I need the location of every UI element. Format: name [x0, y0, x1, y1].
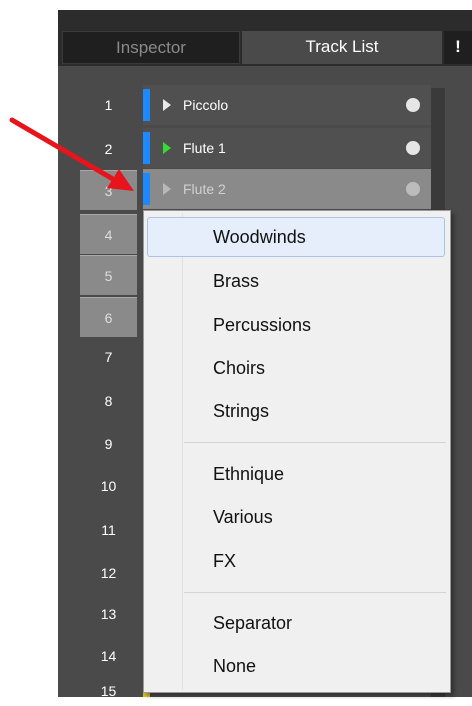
- row-number[interactable]: 5: [80, 255, 137, 295]
- row-number: 11: [101, 522, 116, 538]
- track-row-piccolo[interactable]: Piccolo: [143, 85, 431, 125]
- track-color-bar: [143, 132, 150, 164]
- track-name: Flute 1: [183, 140, 226, 156]
- row-number[interactable]: 6: [80, 297, 137, 337]
- row-number: 9: [104, 436, 113, 452]
- track-name: Flute 2: [183, 181, 226, 197]
- menu-item-choirs[interactable]: Choirs: [147, 348, 445, 388]
- tab-track-list[interactable]: Track List: [242, 31, 442, 64]
- annotation-arrow-icon: [9, 117, 134, 191]
- expand-triangle-icon[interactable]: [163, 183, 171, 195]
- track-row-flute-1[interactable]: Flute 1: [143, 128, 431, 168]
- row-number: 15: [100, 683, 117, 699]
- row-number[interactable]: 4: [80, 214, 137, 254]
- row-number: 14: [100, 648, 117, 664]
- row-number: 8: [104, 393, 113, 409]
- menu-item-ethnique[interactable]: Ethnique: [147, 454, 445, 494]
- menu-item-woodwinds[interactable]: Woodwinds: [147, 217, 445, 257]
- row-number: 12: [100, 565, 117, 581]
- track-category-context-menu: Woodwinds Brass Percussions Choirs Strin…: [143, 210, 451, 693]
- menu-item-percussions[interactable]: Percussions: [147, 305, 445, 345]
- menu-separator: [184, 592, 446, 593]
- track-color-bar: [143, 89, 150, 121]
- menu-item-fx[interactable]: FX: [147, 541, 445, 581]
- menu-item-separator[interactable]: Separator: [147, 603, 445, 643]
- row-number: 13: [100, 606, 117, 622]
- row-number: 7: [104, 349, 113, 365]
- menu-item-strings[interactable]: Strings: [147, 391, 445, 431]
- menu-item-brass[interactable]: Brass: [147, 261, 445, 301]
- expand-triangle-icon[interactable]: [163, 99, 171, 111]
- track-row-flute-2[interactable]: Flute 2: [143, 169, 431, 209]
- track-name: Piccolo: [183, 97, 229, 113]
- menu-item-various[interactable]: Various: [147, 497, 445, 537]
- track-status-dot-icon[interactable]: [406, 98, 420, 112]
- warning-icon[interactable]: !: [444, 31, 472, 64]
- track-status-dot-icon[interactable]: [406, 141, 420, 155]
- track-status-dot-icon[interactable]: [406, 182, 420, 196]
- row-number: 10: [100, 478, 117, 494]
- track-color-bar: [143, 173, 150, 205]
- menu-separator: [184, 442, 446, 443]
- menu-item-none[interactable]: None: [147, 646, 445, 686]
- play-triangle-icon[interactable]: [163, 142, 171, 154]
